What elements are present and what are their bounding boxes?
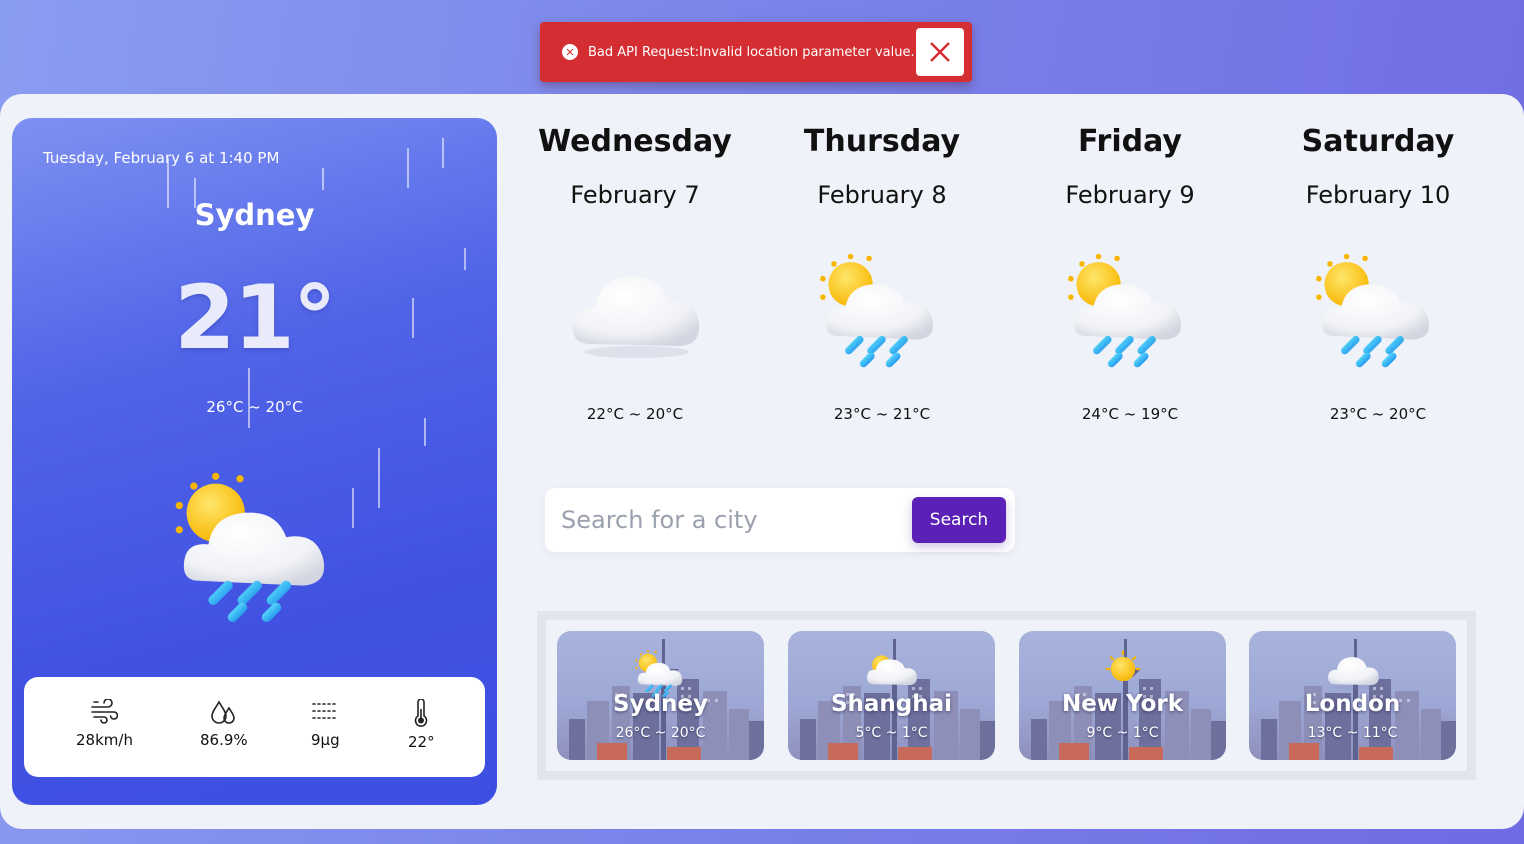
- forecast-day-name: Thursday: [803, 124, 961, 159]
- humidity-value: 86.9%: [200, 731, 248, 749]
- forecast-day-1: Wednesday February 7 22°C ~ 20°C: [525, 124, 745, 423]
- main-panel: Tuesday, February 6 at 1:40 PM Sydney 21…: [0, 94, 1524, 829]
- sun-cloud-icon: [864, 649, 920, 693]
- city-temp-range: 9°C ~ 1°C: [1086, 725, 1159, 741]
- rain-streak: [407, 148, 409, 188]
- wind-icon: [91, 699, 119, 724]
- sun-cloud-rain-icon: [1308, 251, 1448, 371]
- forecast-temp-range: 23°C ~ 20°C: [1329, 405, 1427, 423]
- city-name: New York: [1061, 691, 1184, 717]
- forecast-temp-range: 22°C ~ 20°C: [586, 405, 684, 423]
- city-name: London: [1304, 691, 1401, 717]
- close-icon: [930, 42, 950, 62]
- current-temperature: 21°: [174, 266, 336, 369]
- city-card-new-york[interactable]: New York 9°C ~ 1°C: [1019, 631, 1226, 760]
- air-quality-stat: 9μg: [311, 699, 340, 749]
- city-temp-range: 5°C ~ 1°C: [855, 725, 928, 741]
- city-cards-panel: Sydney 26°C ~ 20°C Shanghai 5°C ~ 1°C Ne…: [537, 611, 1476, 780]
- rain-streak: [352, 488, 354, 528]
- city-temp-range: 26°C ~ 20°C: [615, 725, 706, 741]
- current-weather-card: Tuesday, February 6 at 1:40 PM Sydney 21…: [12, 118, 497, 805]
- humidity-icon: [211, 700, 235, 724]
- wind-stat: 28km/h: [76, 699, 133, 749]
- air-quality-icon: [312, 703, 339, 719]
- forecast-temp-range: 23°C ~ 21°C: [833, 405, 931, 423]
- error-circle-icon: ✕: [562, 44, 578, 60]
- rain-streak: [322, 168, 324, 190]
- rain-streak: [378, 448, 380, 508]
- error-toast: ✕ Bad API Request:Invalid location param…: [540, 22, 972, 82]
- cloud-icon: [565, 251, 705, 371]
- feels-like-value: 22°: [408, 733, 435, 751]
- forecast-date: February 10: [1305, 181, 1451, 209]
- city-card-london[interactable]: London 13°C ~ 11°C: [1249, 631, 1456, 760]
- forecast-date: February 9: [1065, 181, 1195, 209]
- forecast-day-2: Thursday February 8 23°C ~ 21°C: [772, 124, 992, 423]
- forecast-day-name: Friday: [1077, 124, 1182, 159]
- current-temp-range: 26°C ~ 20°C: [206, 398, 303, 416]
- cloud-icon: [1325, 649, 1381, 693]
- toast-close-button[interactable]: [916, 28, 964, 76]
- city-temp-range: 13°C ~ 11°C: [1307, 725, 1398, 741]
- humidity-stat: 86.9%: [200, 699, 248, 749]
- toast-message: Bad API Request:Invalid location paramet…: [588, 44, 915, 60]
- forecast-day-name: Wednesday: [538, 124, 732, 159]
- rain-streak: [424, 418, 426, 446]
- city-search-input[interactable]: [561, 500, 901, 540]
- forecast-date: February 8: [817, 181, 947, 209]
- sun-icon: [1098, 649, 1148, 689]
- sun-cloud-rain-icon: [1060, 251, 1200, 371]
- forecast-day-3: Friday February 9 24°C ~ 19°C: [1020, 124, 1240, 423]
- current-city: Sydney: [194, 198, 315, 232]
- city-cards-track: Sydney 26°C ~ 20°C Shanghai 5°C ~ 1°C Ne…: [546, 620, 1467, 771]
- air-quality-value: 9μg: [311, 731, 340, 749]
- city-name: Sydney: [613, 691, 708, 717]
- feels-like-stat: 22°: [408, 699, 435, 751]
- forecast-temp-range: 24°C ~ 19°C: [1081, 405, 1179, 423]
- city-card-sydney[interactable]: Sydney 26°C ~ 20°C: [557, 631, 764, 760]
- thermometer-icon: [415, 699, 428, 727]
- city-name: Shanghai: [830, 691, 953, 717]
- sun-cloud-rain-icon: [812, 251, 952, 371]
- forecast-day-4: Saturday February 10 23°C ~ 20°C: [1268, 124, 1488, 423]
- weather-stats-panel: 28km/h 86.9% 9μg 22°: [24, 677, 485, 777]
- sun-cloud-rain-icon: [172, 468, 342, 628]
- rain-streak: [442, 138, 444, 168]
- city-card-shanghai[interactable]: Shanghai 5°C ~ 1°C: [788, 631, 995, 760]
- wind-value: 28km/h: [76, 731, 133, 749]
- current-datetime: Tuesday, February 6 at 1:40 PM: [43, 149, 280, 167]
- search-button[interactable]: Search: [912, 497, 1006, 543]
- city-search-bar: Search: [545, 488, 1015, 552]
- forecast-day-name: Saturday: [1301, 124, 1455, 159]
- forecast-date: February 7: [570, 181, 700, 209]
